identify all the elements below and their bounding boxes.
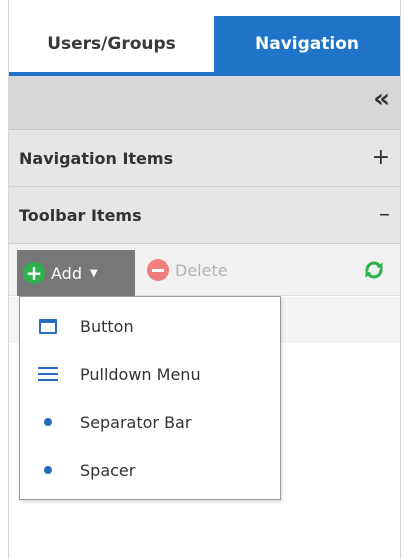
menu-item-label: Spacer bbox=[80, 460, 136, 480]
section-navigation-items-title: Navigation Items bbox=[19, 148, 174, 168]
chevron-down-icon: ▼ bbox=[89, 267, 98, 279]
delete-button[interactable]: Delete bbox=[147, 259, 228, 281]
button-icon bbox=[39, 318, 57, 334]
bullet-icon bbox=[44, 418, 52, 426]
section-navigation-items[interactable]: Navigation Items + bbox=[9, 130, 400, 187]
tab-users-groups[interactable]: Users/Groups bbox=[9, 16, 214, 72]
tab-navigation-label: Navigation bbox=[255, 34, 359, 54]
collapse-row: « bbox=[9, 76, 400, 130]
delete-minus-icon bbox=[147, 259, 169, 281]
menu-item-pulldown-menu[interactable]: Pulldown Menu bbox=[20, 350, 280, 398]
add-dropdown-menu: Button Pulldown Menu Separator Bar Space… bbox=[19, 296, 281, 500]
refresh-icon[interactable] bbox=[362, 258, 386, 282]
toolbar-items-toolbar: + Add ▼ Delete bbox=[9, 244, 400, 296]
add-plus-icon: + bbox=[23, 262, 45, 284]
section-toolbar-items[interactable]: Toolbar Items – bbox=[9, 187, 400, 244]
bullet-icon bbox=[44, 466, 52, 474]
add-dropdown-button[interactable]: + Add ▼ bbox=[17, 250, 135, 296]
tab-navigation[interactable]: Navigation bbox=[214, 16, 400, 72]
menu-item-label: Button bbox=[80, 316, 134, 336]
double-chevron-left-icon[interactable]: « bbox=[373, 86, 390, 112]
menu-item-separator-bar[interactable]: Separator Bar bbox=[20, 398, 280, 446]
menu-item-label: Separator Bar bbox=[80, 412, 192, 432]
menu-lines-icon bbox=[38, 367, 58, 381]
delete-button-label: Delete bbox=[175, 260, 228, 280]
tab-users-groups-label: Users/Groups bbox=[47, 34, 176, 54]
menu-item-spacer[interactable]: Spacer bbox=[20, 446, 280, 494]
navigation-panel-frame: Users/Groups Navigation « Navigation Ite… bbox=[8, 0, 401, 559]
collapse-minus-icon[interactable]: – bbox=[379, 204, 390, 226]
menu-item-button[interactable]: Button bbox=[20, 302, 280, 350]
menu-item-label: Pulldown Menu bbox=[80, 364, 201, 384]
navigation-panel: « Navigation Items + Toolbar Items – + A… bbox=[9, 76, 400, 559]
tab-bar: Users/Groups Navigation bbox=[9, 0, 400, 76]
expand-plus-icon[interactable]: + bbox=[372, 147, 390, 169]
add-button-label: Add bbox=[51, 263, 82, 283]
section-toolbar-items-title: Toolbar Items bbox=[19, 205, 142, 225]
